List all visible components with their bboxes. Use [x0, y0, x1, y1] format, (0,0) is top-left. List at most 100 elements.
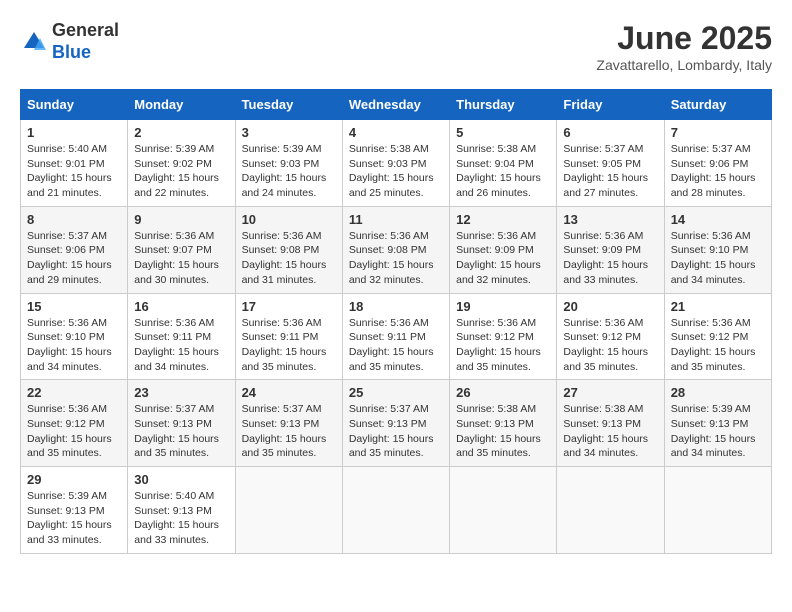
col-header-saturday: Saturday: [664, 90, 771, 120]
day-detail: Sunrise: 5:37 AMSunset: 9:13 PMDaylight:…: [349, 402, 443, 461]
day-number: 13: [563, 212, 657, 227]
day-number: 9: [134, 212, 228, 227]
calendar-cell: [235, 467, 342, 554]
calendar-cell: 6 Sunrise: 5:37 AMSunset: 9:05 PMDaylight…: [557, 120, 664, 207]
calendar-cell: 18 Sunrise: 5:36 AMSunset: 9:11 PMDayligh…: [342, 293, 449, 380]
day-detail: Sunrise: 5:37 AMSunset: 9:06 PMDaylight:…: [671, 142, 765, 201]
day-detail: Sunrise: 5:39 AMSunset: 9:13 PMDaylight:…: [27, 489, 121, 548]
day-detail: Sunrise: 5:37 AMSunset: 9:06 PMDaylight:…: [27, 229, 121, 288]
day-number: 26: [456, 385, 550, 400]
calendar-cell: [664, 467, 771, 554]
page-header: General Blue June 2025 Zavattarello, Lom…: [20, 20, 772, 73]
day-detail: Sunrise: 5:36 AMSunset: 9:08 PMDaylight:…: [242, 229, 336, 288]
calendar-cell: 28 Sunrise: 5:39 AMSunset: 9:13 PMDayligh…: [664, 380, 771, 467]
col-header-wednesday: Wednesday: [342, 90, 449, 120]
day-number: 23: [134, 385, 228, 400]
calendar-cell: 13 Sunrise: 5:36 AMSunset: 9:09 PMDayligh…: [557, 206, 664, 293]
day-number: 28: [671, 385, 765, 400]
day-detail: Sunrise: 5:37 AMSunset: 9:13 PMDaylight:…: [134, 402, 228, 461]
calendar-header-row: SundayMondayTuesdayWednesdayThursdayFrid…: [21, 90, 772, 120]
day-detail: Sunrise: 5:39 AMSunset: 9:02 PMDaylight:…: [134, 142, 228, 201]
col-header-tuesday: Tuesday: [235, 90, 342, 120]
calendar-cell: 3 Sunrise: 5:39 AMSunset: 9:03 PMDaylight…: [235, 120, 342, 207]
calendar-cell: 14 Sunrise: 5:36 AMSunset: 9:10 PMDayligh…: [664, 206, 771, 293]
calendar-cell: 30Sunrise: 5:40 AMSunset: 9:13 PMDayligh…: [128, 467, 235, 554]
day-number: 20: [563, 299, 657, 314]
calendar-cell: 8Sunrise: 5:37 AMSunset: 9:06 PMDaylight…: [21, 206, 128, 293]
day-number: 17: [242, 299, 336, 314]
day-detail: Sunrise: 5:36 AMSunset: 9:12 PMDaylight:…: [563, 316, 657, 375]
logo: General Blue: [20, 20, 119, 63]
calendar-cell: 21 Sunrise: 5:36 AMSunset: 9:12 PMDayligh…: [664, 293, 771, 380]
calendar-cell: [450, 467, 557, 554]
day-number: 6: [563, 125, 657, 140]
calendar-cell: 25 Sunrise: 5:37 AMSunset: 9:13 PMDayligh…: [342, 380, 449, 467]
calendar-cell: 27 Sunrise: 5:38 AMSunset: 9:13 PMDayligh…: [557, 380, 664, 467]
calendar-table: SundayMondayTuesdayWednesdayThursdayFrid…: [20, 89, 772, 554]
logo-blue: Blue: [52, 42, 119, 64]
calendar-cell: 7 Sunrise: 5:37 AMSunset: 9:06 PMDaylight…: [664, 120, 771, 207]
day-detail: Sunrise: 5:36 AMSunset: 9:10 PMDaylight:…: [27, 316, 121, 375]
calendar-cell: 15 Sunrise: 5:36 AMSunset: 9:10 PMDayligh…: [21, 293, 128, 380]
day-detail: Sunrise: 5:36 AMSunset: 9:10 PMDaylight:…: [671, 229, 765, 288]
location-subtitle: Zavattarello, Lombardy, Italy: [596, 57, 772, 73]
day-number: 14: [671, 212, 765, 227]
calendar-cell: 4 Sunrise: 5:38 AMSunset: 9:03 PMDaylight…: [342, 120, 449, 207]
day-number: 25: [349, 385, 443, 400]
day-detail: Sunrise: 5:36 AMSunset: 9:11 PMDaylight:…: [134, 316, 228, 375]
calendar-cell: 29 Sunrise: 5:39 AMSunset: 9:13 PMDayligh…: [21, 467, 128, 554]
day-detail: Sunrise: 5:38 AMSunset: 9:03 PMDaylight:…: [349, 142, 443, 201]
week-row-3: 15 Sunrise: 5:36 AMSunset: 9:10 PMDayligh…: [21, 293, 772, 380]
calendar-cell: 5Sunrise: 5:38 AMSunset: 9:04 PMDaylight…: [450, 120, 557, 207]
calendar-cell: 24 Sunrise: 5:37 AMSunset: 9:13 PMDayligh…: [235, 380, 342, 467]
calendar-cell: 11Sunrise: 5:36 AMSunset: 9:08 PMDayligh…: [342, 206, 449, 293]
week-row-5: 29 Sunrise: 5:39 AMSunset: 9:13 PMDayligh…: [21, 467, 772, 554]
day-number: 16: [134, 299, 228, 314]
calendar-cell: 17 Sunrise: 5:36 AMSunset: 9:11 PMDayligh…: [235, 293, 342, 380]
day-number: 4: [349, 125, 443, 140]
day-number: 18: [349, 299, 443, 314]
day-detail: Sunrise: 5:37 AMSunset: 9:05 PMDaylight:…: [563, 142, 657, 201]
day-number: 10: [242, 212, 336, 227]
day-detail: Sunrise: 5:39 AMSunset: 9:03 PMDaylight:…: [242, 142, 336, 201]
day-detail: Sunrise: 5:36 AMSunset: 9:11 PMDaylight:…: [349, 316, 443, 375]
day-number: 24: [242, 385, 336, 400]
day-detail: Sunrise: 5:38 AMSunset: 9:13 PMDaylight:…: [563, 402, 657, 461]
calendar-cell: [342, 467, 449, 554]
day-detail: Sunrise: 5:37 AMSunset: 9:13 PMDaylight:…: [242, 402, 336, 461]
day-detail: Sunrise: 5:36 AMSunset: 9:07 PMDaylight:…: [134, 229, 228, 288]
day-number: 27: [563, 385, 657, 400]
day-number: 19: [456, 299, 550, 314]
col-header-sunday: Sunday: [21, 90, 128, 120]
logo-general: General: [52, 20, 119, 42]
day-detail: Sunrise: 5:36 AMSunset: 9:11 PMDaylight:…: [242, 316, 336, 375]
day-detail: Sunrise: 5:36 AMSunset: 9:09 PMDaylight:…: [563, 229, 657, 288]
day-detail: Sunrise: 5:36 AMSunset: 9:09 PMDaylight:…: [456, 229, 550, 288]
day-detail: Sunrise: 5:36 AMSunset: 9:12 PMDaylight:…: [456, 316, 550, 375]
calendar-cell: 1 Sunrise: 5:40 AMSunset: 9:01 PMDaylight…: [21, 120, 128, 207]
day-number: 1: [27, 125, 121, 140]
week-row-4: 22Sunrise: 5:36 AMSunset: 9:12 PMDayligh…: [21, 380, 772, 467]
day-number: 11: [349, 212, 443, 227]
day-detail: Sunrise: 5:39 AMSunset: 9:13 PMDaylight:…: [671, 402, 765, 461]
month-title: June 2025: [596, 20, 772, 57]
day-number: 5: [456, 125, 550, 140]
calendar-cell: 22Sunrise: 5:36 AMSunset: 9:12 PMDayligh…: [21, 380, 128, 467]
col-header-friday: Friday: [557, 90, 664, 120]
day-detail: Sunrise: 5:40 AMSunset: 9:01 PMDaylight:…: [27, 142, 121, 201]
day-detail: Sunrise: 5:36 AMSunset: 9:12 PMDaylight:…: [671, 316, 765, 375]
day-number: 29: [27, 472, 121, 487]
day-number: 2: [134, 125, 228, 140]
title-block: June 2025 Zavattarello, Lombardy, Italy: [596, 20, 772, 73]
day-number: 7: [671, 125, 765, 140]
calendar-cell: [557, 467, 664, 554]
calendar-cell: 23 Sunrise: 5:37 AMSunset: 9:13 PMDayligh…: [128, 380, 235, 467]
logo-icon: [20, 28, 48, 56]
calendar-cell: 20 Sunrise: 5:36 AMSunset: 9:12 PMDayligh…: [557, 293, 664, 380]
day-number: 15: [27, 299, 121, 314]
col-header-thursday: Thursday: [450, 90, 557, 120]
day-number: 21: [671, 299, 765, 314]
day-number: 3: [242, 125, 336, 140]
calendar-cell: 2 Sunrise: 5:39 AMSunset: 9:02 PMDaylight…: [128, 120, 235, 207]
calendar-cell: 12Sunrise: 5:36 AMSunset: 9:09 PMDayligh…: [450, 206, 557, 293]
